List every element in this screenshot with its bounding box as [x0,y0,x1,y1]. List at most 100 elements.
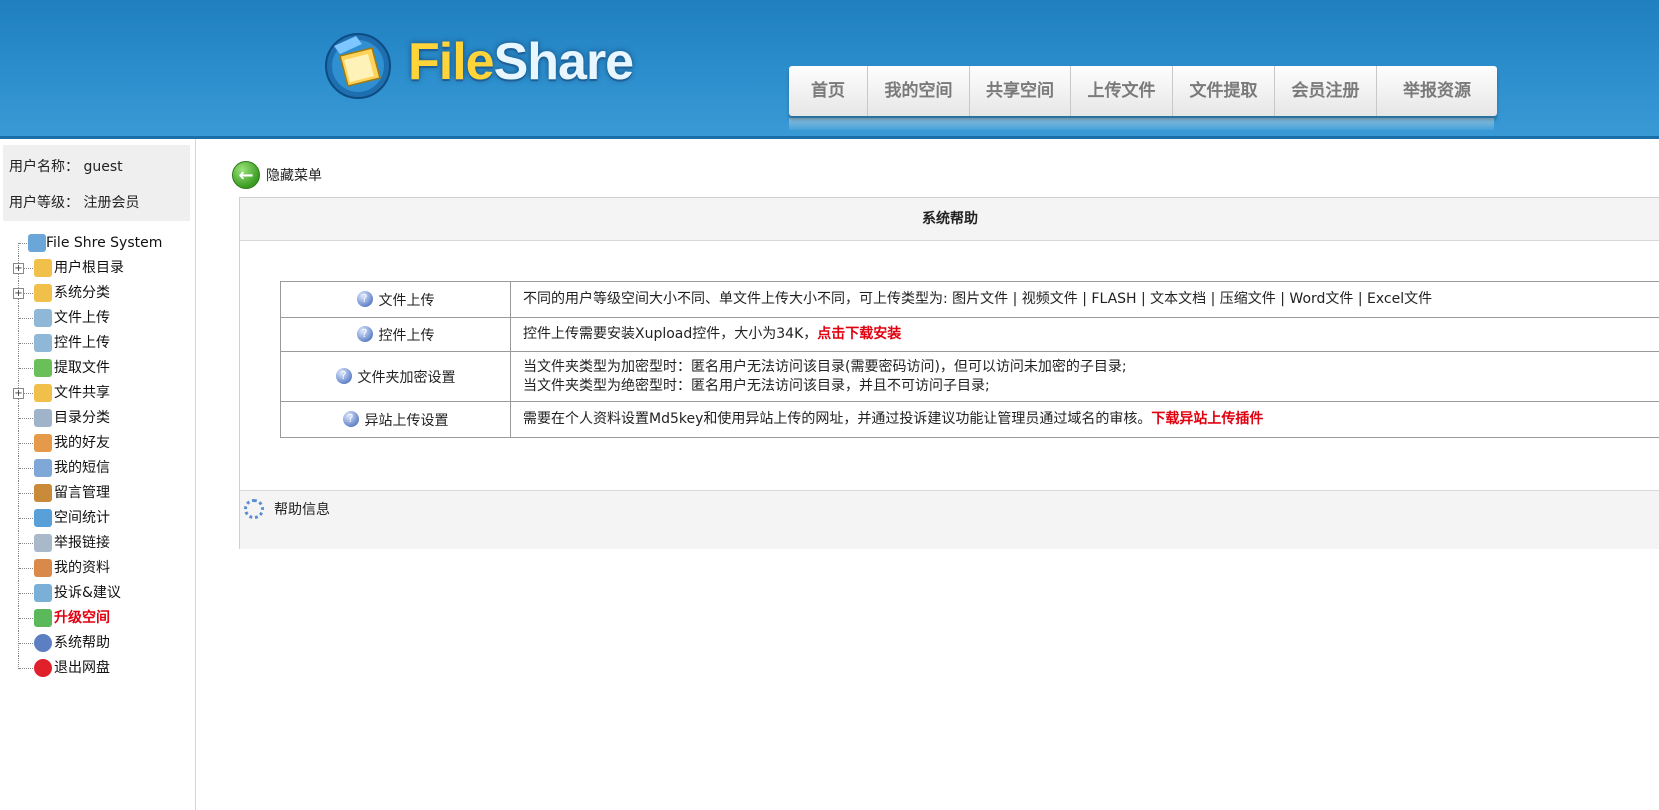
tree-connector [19,468,33,469]
expand-icon[interactable]: + [13,288,24,299]
tree-item-label: 我的资料 [54,560,110,576]
help-topic: 文件上传 [378,292,435,309]
logo-text-file: File [408,33,495,91]
upload-icon [34,334,52,352]
complaint-icon [34,584,52,602]
help-topic-cell: ? 文件夹加密设置 [280,351,511,402]
username-label: 用户名称： [9,159,79,175]
upload-icon [34,309,52,327]
tree-item[interactable]: 系统帮助 [10,631,190,656]
download-link[interactable]: 下载异站上传插件 [1151,411,1263,427]
header-divider [0,136,1659,139]
back-arrow-icon: ← [232,161,260,189]
help-description-line: 当文件夹类型为加密型时：匿名用户无法访问该目录(需要密码访问)，但可以访问未加密… [523,358,1127,375]
panel-title: 系统帮助 [240,198,1659,241]
folder-logo-icon [325,33,391,99]
tree-item-label: 文件共享 [54,385,110,401]
help-topic: 控件上传 [378,327,435,344]
nav-tree: File Shre System + 用户根目录 + 系统分类 文件上传 控件上传 提取文件 +… [10,231,190,681]
system-icon [28,234,46,252]
tree-item-label: 目录分类 [54,410,110,426]
tree-item[interactable]: 空间统计 [10,506,190,531]
fileshare-logo[interactable]: FileShare [322,22,635,102]
help-description-cell: 不同的用户等级空间大小不同、单文件上传大小不同，可上传类型为: 图片文件 | 视… [510,281,1659,318]
nav-my-space[interactable]: 我的空间 [868,66,970,116]
username-row: 用户名称： guest [9,156,123,176]
help-description-cell: 控件上传需要安装Xupload控件，大小为34K，点击下载安装 [510,317,1659,352]
report-icon [34,534,52,552]
user-level-value: 注册会员 [83,195,140,211]
user-level-label: 用户等级： [9,195,79,211]
nav-shadow [789,118,1494,130]
help-topic: 文件夹加密设置 [357,369,456,386]
tree-item[interactable]: 留言管理 [10,481,190,506]
tree-item-label: 投诉&建议 [54,585,121,601]
tree-item-label: 空间统计 [54,510,110,526]
sidebar: 用户名称： guest 用户等级： 注册会员 File Shre System +… [0,139,196,810]
username-value: guest [83,159,123,175]
tree-item[interactable]: 退出网盘 [10,656,190,681]
upgrade-icon [34,609,52,627]
friends-icon [34,434,52,452]
folder-icon [34,284,52,302]
user-level-row: 用户等级： 注册会员 [9,192,139,212]
tree-item[interactable]: + 文件共享 [10,381,190,406]
share-folder-icon [34,384,52,402]
tree-item[interactable]: 提取文件 [10,356,190,381]
tree-item-label: 用户根目录 [54,260,124,276]
tree-item[interactable]: File Shre System [10,231,190,256]
tree-connector [18,243,19,256]
tree-item-label: 系统帮助 [54,635,110,651]
tree-item[interactable]: 我的短信 [10,456,190,481]
hide-menu-button[interactable]: ← 隐藏菜单 [232,160,322,190]
tree-connector [19,418,33,419]
tree-item[interactable]: 我的好友 [10,431,190,456]
tree-item[interactable]: 升级空间 [10,606,190,631]
help-description-line: 控件上传需要安装Xupload控件，大小为34K， [523,326,818,342]
tree-item[interactable]: 我的资料 [10,556,190,581]
help-row: ? 控件上传 控件上传需要安装Xupload控件，大小为34K，点击下载安装 [280,317,1659,352]
help-row: ? 文件上传 不同的用户等级空间大小不同、单文件上传大小不同，可上传类型为: 图片文… [280,281,1659,318]
help-topic: 异站上传设置 [364,412,449,429]
tree-item-label: 留言管理 [54,485,110,501]
hide-menu-label: 隐藏菜单 [266,168,322,184]
tree-item[interactable]: 目录分类 [10,406,190,431]
message-icon [34,484,52,502]
help-description-line: 当文件夹类型为绝密型时：匿名用户无法访问该目录，并且不可访问子目录; [523,377,990,394]
profile-icon [34,559,52,577]
nav-home[interactable]: 首页 [789,66,868,116]
tree-item[interactable]: + 用户根目录 [10,256,190,281]
nav-report[interactable]: 举报资源 [1377,66,1497,116]
tree-item[interactable]: 投诉&建议 [10,581,190,606]
tree-connector [19,493,33,494]
tree-item-label: 退出网盘 [54,660,110,676]
expand-icon[interactable]: + [13,388,24,399]
tree-item[interactable]: + 系统分类 [10,281,190,306]
tree-connector [19,518,33,519]
expand-icon[interactable]: + [13,263,24,274]
tree-item[interactable]: 举报链接 [10,531,190,556]
tree-item-label: 举报链接 [54,535,110,551]
help-topic-cell: ? 文件上传 [280,281,511,318]
tree-connector [19,568,33,569]
tree-item-label: 文件上传 [54,310,110,326]
user-info-box: 用户名称： guest 用户等级： 注册会员 [3,145,190,221]
stats-icon [34,509,52,527]
tree-item-label: 升级空间 [54,610,110,626]
nav-upload-file[interactable]: 上传文件 [1071,66,1173,116]
nav-extract-file[interactable]: 文件提取 [1173,66,1275,116]
nav-shared-space[interactable]: 共享空间 [970,66,1071,116]
nav-register[interactable]: 会员注册 [1275,66,1377,116]
tree-item-label: File Shre System [46,235,163,251]
help-question-icon: ? [335,367,352,384]
tree-connector [19,668,33,669]
exit-icon [34,659,52,677]
download-link[interactable]: 点击下载安装 [817,326,901,342]
help-topic-cell: ? 异站上传设置 [280,401,511,438]
list-icon [34,409,52,427]
tree-item[interactable]: 文件上传 [10,306,190,331]
tree-item-label: 我的短信 [54,460,110,476]
logo-text-share: Share [493,33,635,91]
tree-item[interactable]: 控件上传 [10,331,190,356]
tree-item-label: 控件上传 [54,335,110,351]
